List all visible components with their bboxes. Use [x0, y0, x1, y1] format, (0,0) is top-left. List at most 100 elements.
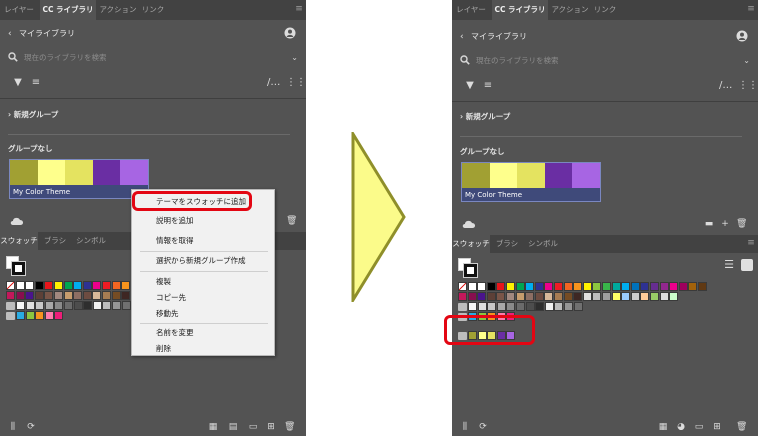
color-swatch[interactable] [44, 281, 54, 290]
color-swatch[interactable] [111, 281, 121, 290]
trash-icon[interactable]: 🗑 [736, 422, 747, 432]
color-swatch[interactable] [525, 292, 535, 301]
none-swatch[interactable] [6, 281, 15, 290]
tab-layers[interactable]: レイヤー [0, 0, 38, 20]
fill-stroke-indicator[interactable] [458, 258, 478, 278]
library-title[interactable]: マイライブラリ [19, 27, 75, 41]
gray-swatch[interactable] [102, 301, 112, 310]
color-theme-card[interactable]: My Color Theme [461, 162, 601, 202]
gray-swatch[interactable] [468, 302, 477, 311]
color-swatch[interactable] [102, 281, 111, 290]
swatch-panel-icon[interactable]: ▤ [228, 422, 238, 432]
gray-swatch[interactable] [112, 301, 121, 310]
color-swatch[interactable] [25, 281, 35, 290]
gray-swatch[interactable] [16, 301, 25, 310]
cloud-icon[interactable] [462, 219, 476, 229]
color-swatch[interactable] [92, 281, 102, 290]
new-swatch-icon[interactable]: ⊞ [712, 422, 722, 432]
color-swatch[interactable] [16, 311, 25, 320]
pattern-swatch[interactable] [640, 292, 650, 301]
color-group-icon[interactable]: ▦ [208, 422, 218, 432]
color-swatch[interactable] [92, 291, 102, 300]
tab-symbols[interactable]: シンボル [72, 232, 110, 250]
gray-swatch[interactable] [554, 302, 564, 311]
color-swatch[interactable] [506, 292, 515, 301]
color-swatch[interactable] [573, 282, 583, 291]
swatch-group-folder-icon[interactable] [6, 312, 15, 320]
color-swatch[interactable] [63, 281, 73, 290]
color-swatch[interactable] [592, 282, 602, 291]
new-swatch-icon[interactable]: ⊞ [266, 422, 276, 432]
gray-swatch[interactable] [544, 302, 554, 311]
gray-swatch[interactable] [35, 301, 45, 310]
fill-stroke-indicator[interactable] [6, 256, 26, 276]
color-swatch[interactable] [678, 282, 688, 291]
color-swatch[interactable] [582, 282, 592, 291]
menu-icon[interactable]: ≡ [747, 238, 755, 248]
library-search[interactable]: 現在のライブラリを検索 ⌄ [460, 54, 750, 68]
folder-icon[interactable]: ▭ [694, 422, 704, 432]
color-swatch[interactable] [73, 291, 83, 300]
color-swatch[interactable] [525, 282, 535, 291]
filter-icon[interactable]: ▼ [12, 77, 24, 89]
menu-item-rename[interactable]: 名前を変更 [156, 327, 194, 339]
gray-swatch[interactable] [44, 301, 54, 310]
person-icon[interactable] [736, 30, 748, 42]
gray-swatch[interactable] [564, 302, 573, 311]
color-swatch[interactable] [467, 292, 477, 301]
color-swatch[interactable] [621, 282, 631, 291]
folder-icon[interactable]: ▭ [248, 422, 258, 432]
color-swatch[interactable] [602, 282, 611, 291]
color-swatch[interactable] [34, 281, 44, 290]
tab-swatches[interactable]: スウォッチ [452, 235, 490, 253]
gray-swatch[interactable] [506, 302, 516, 311]
menu-item-duplicate[interactable]: 複製 [156, 276, 171, 288]
menu-icon[interactable]: ≡ [747, 4, 755, 14]
color-swatch[interactable] [573, 292, 583, 301]
gray-swatch[interactable] [535, 302, 545, 311]
chevron-left-icon[interactable]: ‹ [460, 30, 464, 44]
tab-layers[interactable]: レイヤー [452, 0, 490, 20]
color-swatch[interactable] [515, 292, 525, 301]
tab-actions[interactable]: アクション [550, 0, 590, 20]
pattern-swatch[interactable] [669, 292, 679, 301]
color-swatch[interactable] [563, 292, 573, 301]
color-swatch[interactable] [25, 311, 35, 320]
tool-icon[interactable]: /… [267, 77, 280, 89]
color-swatch[interactable] [458, 292, 467, 301]
color-group-icon[interactable]: ▦ [658, 422, 668, 432]
menu-item-copy-to[interactable]: コピー先 [156, 292, 186, 304]
group-new-row[interactable]: › 新規グループ [8, 109, 58, 121]
gray-swatch[interactable] [83, 301, 93, 310]
color-swatch[interactable] [515, 282, 525, 291]
tab-brushes[interactable]: ブラシ [40, 232, 70, 250]
library-search[interactable]: 現在のライブラリを検索 ⌄ [8, 51, 298, 65]
grid-options-icon[interactable]: ⋮⋮ [738, 80, 758, 92]
color-swatch[interactable] [486, 282, 496, 291]
color-swatch[interactable] [698, 282, 707, 291]
tab-actions[interactable]: アクション [98, 0, 138, 20]
color-swatch[interactable] [44, 291, 54, 300]
color-swatch[interactable] [688, 282, 698, 291]
tab-links[interactable]: リンク [140, 0, 166, 20]
chevron-down-icon[interactable]: ⌄ [291, 51, 298, 65]
color-swatch[interactable] [6, 291, 15, 300]
cloud-icon[interactable] [10, 216, 24, 226]
color-swatch[interactable] [82, 281, 92, 290]
add-icon[interactable]: + [720, 219, 730, 229]
grid-view-icon[interactable] [741, 259, 753, 271]
color-swatch[interactable] [477, 292, 487, 301]
color-swatch[interactable] [669, 282, 679, 291]
filter-icon[interactable]: ▼ [464, 80, 476, 92]
gray-swatch[interactable] [54, 301, 64, 310]
color-swatch[interactable] [630, 282, 640, 291]
gray-swatch[interactable] [525, 302, 535, 311]
person-icon[interactable] [284, 27, 296, 39]
color-swatch[interactable] [563, 282, 573, 291]
swatch-options-icon[interactable]: ⟳ [26, 422, 36, 432]
color-swatch[interactable] [506, 282, 515, 291]
library-icon[interactable]: ⫼ [8, 422, 18, 432]
color-theme-card[interactable]: My Color Theme [9, 159, 149, 199]
gray-swatch[interactable] [516, 302, 525, 311]
chevron-down-icon[interactable]: ⌄ [743, 54, 750, 68]
